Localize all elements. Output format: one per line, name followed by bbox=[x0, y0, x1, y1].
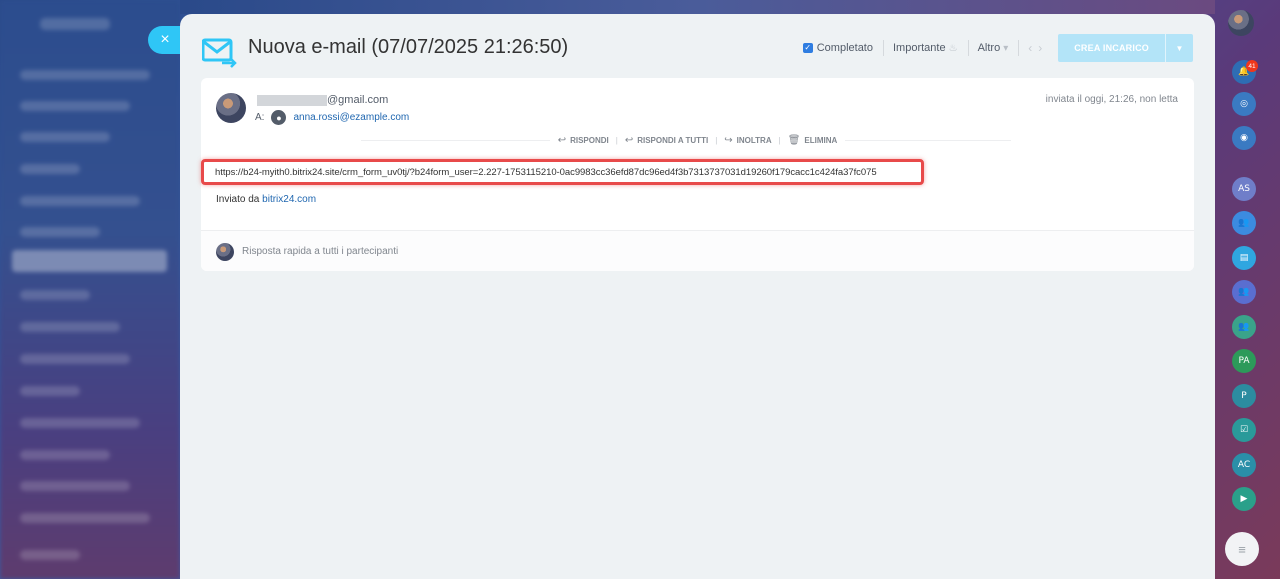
delete-button[interactable]: 🗑 ELIMINA bbox=[788, 135, 838, 146]
reply-all-label: RISPONDI A TUTTI bbox=[637, 135, 709, 145]
close-icon: × bbox=[160, 31, 170, 48]
avatar[interactable]: P bbox=[1232, 384, 1256, 408]
avatar[interactable]: PA bbox=[1232, 349, 1256, 373]
redacted-sender-name bbox=[257, 94, 327, 106]
delete-label: ELIMINA bbox=[804, 135, 838, 145]
divider bbox=[967, 40, 969, 56]
video-icon[interactable]: ▶ bbox=[1232, 487, 1256, 511]
sender-row: @gmail.com bbox=[257, 94, 388, 106]
avatar[interactable]: AS bbox=[1232, 177, 1256, 201]
page-title: Nuova e-mail (07/07/2025 21:26:50) bbox=[248, 36, 569, 58]
forward-label: INOLTRA bbox=[736, 135, 772, 145]
background-sidebar bbox=[0, 0, 180, 579]
chevron-down-icon[interactable]: ▼ bbox=[1165, 34, 1193, 62]
radar-icon[interactable]: ◎ bbox=[1232, 92, 1256, 116]
panel-header: Nuova e-mail (07/07/2025 21:26:50) ✓ Com… bbox=[180, 14, 1215, 78]
checkmark-icon: ✓ bbox=[802, 43, 813, 53]
signature: Inviato da bitrix24.com bbox=[216, 194, 316, 205]
body-link[interactable]: https://b24-myith0.bitrix24.site/crm_for… bbox=[215, 167, 877, 178]
user-icon: ● bbox=[271, 110, 287, 125]
prev-next-nav[interactable]: ‹› bbox=[1028, 41, 1048, 55]
sent-by-prefix: Inviato da bbox=[216, 194, 260, 205]
important-label: Importante bbox=[893, 42, 946, 54]
menu-icon[interactable]: ≡ bbox=[1225, 532, 1259, 566]
email-card: @gmail.com A: ● anna.rossi@ezample.com i… bbox=[201, 78, 1194, 271]
chat-icon[interactable]: ▤ bbox=[1232, 246, 1256, 270]
avatar[interactable]: AC bbox=[1232, 453, 1256, 477]
notification-badge: 41 bbox=[1246, 60, 1258, 72]
reply-icon: ↩ bbox=[557, 134, 567, 146]
group-icon[interactable]: 👥 bbox=[1232, 280, 1256, 304]
completed-checkbox[interactable]: ✓ Completato bbox=[802, 42, 873, 54]
group-icon[interactable]: 👥 bbox=[1232, 211, 1256, 235]
sender-address: @gmail.com bbox=[327, 94, 389, 106]
sender-avatar bbox=[216, 93, 246, 123]
group-icon[interactable]: 👥 bbox=[1232, 315, 1256, 339]
reply-button[interactable]: ↩ RISPONDI bbox=[558, 135, 609, 146]
email-slider-panel: Nuova e-mail (07/07/2025 21:26:50) ✓ Com… bbox=[180, 14, 1215, 579]
more-menu-button[interactable]: Altro ▾ bbox=[978, 42, 1009, 54]
task-icon[interactable]: ☑ bbox=[1232, 418, 1256, 442]
reply-label: RISPONDI bbox=[570, 135, 609, 145]
forward-button[interactable]: ↪ INOLTRA bbox=[724, 135, 771, 146]
chevron-down-icon: ▾ bbox=[1003, 42, 1009, 54]
to-label: A: bbox=[255, 112, 265, 123]
more-label: Altro bbox=[977, 42, 1001, 54]
divider bbox=[1018, 40, 1020, 56]
user-avatar[interactable] bbox=[1228, 10, 1254, 36]
reply-all-icon: ↩ bbox=[624, 134, 634, 146]
forward-icon: ↪ bbox=[724, 134, 733, 146]
chevron-left-icon[interactable]: ‹ bbox=[1028, 41, 1038, 55]
recipient-row: A: ● anna.rossi@ezample.com bbox=[255, 110, 409, 125]
search-chat-icon[interactable]: ◉ bbox=[1232, 126, 1256, 150]
quick-reply-area[interactable]: Risposta rapida a tutti i partecipanti bbox=[201, 230, 1194, 271]
divider bbox=[883, 40, 884, 56]
create-task-button[interactable]: CREA INCARICO ▼ bbox=[1058, 34, 1193, 62]
create-task-label: CREA INCARICO bbox=[1074, 43, 1149, 53]
trash-icon: 🗑 bbox=[787, 134, 801, 146]
quick-reply-placeholder: Risposta rapida a tutti i partecipanti bbox=[242, 246, 399, 257]
reply-all-button[interactable]: ↩ RISPONDI A TUTTI bbox=[625, 135, 708, 146]
bitrix-link[interactable]: bitrix24.com bbox=[262, 194, 316, 205]
right-rail: 🔔 41 ◎ ◉ AS 👥 ▤ 👥 👥 PA P ☑ AC ▶ ≡ bbox=[1215, 0, 1280, 579]
completed-label: Completato bbox=[816, 42, 873, 54]
chevron-right-icon[interactable]: › bbox=[1038, 41, 1048, 55]
email-icon bbox=[202, 38, 237, 68]
close-panel-button[interactable]: × bbox=[148, 26, 180, 54]
header-toolbar: ✓ Completato Importante ♨ Altro ▾ ‹› CRE… bbox=[802, 34, 1193, 62]
important-toggle[interactable]: Importante ♨ bbox=[893, 42, 958, 54]
background-header bbox=[180, 0, 1215, 14]
flame-icon: ♨ bbox=[948, 42, 958, 54]
avatar bbox=[216, 243, 234, 261]
email-actions: ↩ RISPONDI | ↩ RISPONDI A TUTTI | ↪ INOL… bbox=[201, 134, 1194, 146]
recipient-address[interactable]: anna.rossi@ezample.com bbox=[293, 112, 409, 123]
sent-status: inviata il oggi, 21:26, non letta bbox=[1045, 94, 1178, 105]
